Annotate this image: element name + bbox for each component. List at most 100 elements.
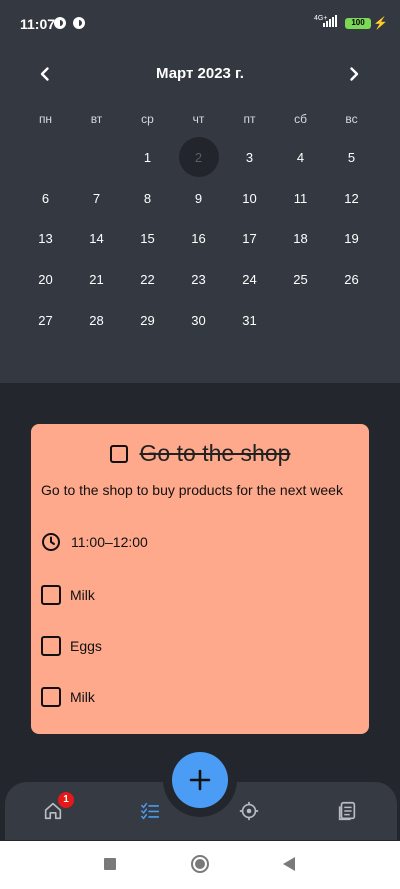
task-description: Go to the shop to buy products for the n… (41, 482, 343, 498)
calendar-day-number: 18 (293, 231, 308, 247)
calendar-day[interactable]: 23 (173, 259, 224, 300)
subtask-item[interactable]: Eggs (41, 636, 102, 656)
calendar-day[interactable]: 21 (71, 259, 122, 300)
empty-day-cell (71, 137, 122, 178)
calendar-day-number: 25 (293, 272, 308, 288)
weekday-label: вт (90, 112, 103, 126)
subtask-label: Eggs (70, 638, 102, 654)
calendar-day-number: 23 (191, 272, 206, 288)
calendar-day-number: 12 (344, 190, 359, 206)
calendar-day-number: 13 (38, 231, 53, 247)
task-title: Go to the shop (139, 440, 291, 466)
recents-icon[interactable] (104, 858, 116, 870)
calendar-day[interactable]: 11 (275, 178, 326, 219)
calendar-day[interactable]: 9 (173, 178, 224, 219)
weekday-label: пт (243, 112, 256, 126)
calendar-day[interactable]: 12 (326, 178, 377, 219)
calendar-day-number: 8 (143, 190, 152, 206)
calendar-day[interactable]: 4 (275, 137, 326, 178)
calendar-day-number: 9 (194, 190, 203, 206)
calendar-day-number: 15 (140, 231, 155, 247)
calendar-day[interactable]: 1 (122, 137, 173, 178)
battery-icon: 100 (345, 18, 371, 29)
calendar-day-number: 14 (89, 231, 104, 247)
weekday-label: чт (192, 112, 205, 126)
target-icon (239, 801, 259, 821)
calendar-day[interactable]: 6 (20, 178, 71, 219)
calendar-day[interactable]: 3 (224, 137, 275, 178)
calendar-day[interactable]: 14 (71, 219, 122, 260)
calendar-day[interactable]: 16 (173, 219, 224, 260)
charging-icon: ⚡ (373, 16, 388, 30)
subtask-checkbox[interactable] (41, 585, 61, 605)
subtask-label: Milk (70, 689, 95, 705)
calendar-day[interactable]: 18 (275, 219, 326, 260)
calendar-day[interactable]: 15 (122, 219, 173, 260)
calendar-day-number: 21 (89, 272, 104, 288)
calendar-day[interactable]: 25 (275, 259, 326, 300)
calendar-day[interactable]: 19 (326, 219, 377, 260)
calendar-day[interactable]: 26 (326, 259, 377, 300)
calendar-day[interactable]: 30 (173, 300, 224, 341)
back-icon[interactable] (283, 857, 295, 871)
nav-target[interactable] (236, 798, 262, 824)
calendar-day-number: 7 (92, 190, 101, 206)
subtask-checkbox[interactable] (41, 687, 61, 707)
calendar-day[interactable]: 5 (326, 137, 377, 178)
calendar-day-number: 24 (242, 272, 257, 288)
calendar-day[interactable]: 28 (71, 300, 122, 341)
calendar-day-number: 1 (143, 149, 152, 165)
calendar-day-number: 11 (293, 190, 308, 206)
calendar-panel: 11:07 4G+ 100 ⚡ Март 2023 г. пн вт ср чт пт с… (0, 0, 400, 383)
calendar-day[interactable]: 7 (71, 178, 122, 219)
weekday-label: ср (141, 112, 154, 126)
task-card[interactable]: Go to the shop Go to the shop to buy pro… (31, 424, 369, 734)
calendar-day-number: 26 (344, 272, 359, 288)
calendar-day[interactable]: 31 (224, 300, 275, 341)
calendar-day-number: 29 (140, 313, 155, 329)
calendar-day[interactable]: 17 (224, 219, 275, 260)
notes-icon (338, 801, 356, 821)
empty-day-cell (20, 137, 71, 178)
app-notification-icon (54, 17, 66, 29)
calendar-day-number: 20 (38, 272, 53, 288)
weekday-label: сб (294, 112, 307, 126)
calendar-day-number: 27 (38, 313, 53, 329)
calendar-day[interactable]: 22 (122, 259, 173, 300)
calendar-day[interactable]: 10 (224, 178, 275, 219)
status-time: 11:07 (20, 16, 56, 32)
nav-notes[interactable] (334, 798, 360, 824)
status-bar: 11:07 4G+ 100 ⚡ (0, 0, 400, 48)
calendar-day-number: 19 (344, 231, 359, 247)
calendar-header: Март 2023 г. (0, 60, 400, 88)
home-button-icon[interactable] (191, 855, 209, 873)
subtask-item[interactable]: Milk (41, 585, 95, 605)
calendar-day-number: 28 (89, 313, 104, 329)
plus-icon (189, 769, 211, 791)
calendar-day-number: 6 (41, 190, 50, 206)
calendar-day-number: 2 (178, 137, 219, 178)
clock-icon (42, 533, 60, 551)
nav-tasks[interactable] (137, 798, 163, 824)
calendar-day[interactable]: 24 (224, 259, 275, 300)
calendar-day[interactable]: 27 (20, 300, 71, 341)
signal-icon (323, 15, 337, 27)
subtask-label: Milk (70, 587, 95, 603)
app-notification-icon (73, 17, 85, 29)
task-checkbox[interactable] (109, 444, 128, 463)
subtask-item[interactable]: Milk (41, 687, 95, 707)
weekday-label: вс (345, 112, 358, 126)
calendar-grid: 1 2 3 4 5 6 7 8 9 10 11 12 13 14 15 16 17 18 19 20 21 22 23 24 2… (20, 137, 377, 341)
task-title-row: Go to the shop (31, 440, 369, 467)
calendar-day[interactable]: 29 (122, 300, 173, 341)
calendar-day-number: 16 (191, 231, 206, 247)
subtask-checkbox[interactable] (41, 636, 61, 656)
calendar-day[interactable]: 2 (173, 137, 224, 178)
calendar-day-number: 17 (242, 231, 257, 247)
weekday-label: пн (38, 112, 53, 126)
calendar-day[interactable]: 20 (20, 259, 71, 300)
calendar-day[interactable]: 8 (122, 178, 173, 219)
add-task-button[interactable] (172, 752, 228, 808)
next-month-button[interactable] (340, 60, 368, 88)
calendar-day[interactable]: 13 (20, 219, 71, 260)
